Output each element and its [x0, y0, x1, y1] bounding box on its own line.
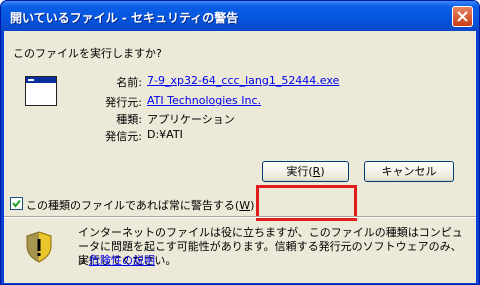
risk-info-row: ▫ 危険性の説明	[78, 252, 155, 268]
close-icon	[457, 11, 468, 22]
dialog-body: このファイルを実行しますか? 名前: 7-9_xp32-64_ccc_lang1…	[4, 31, 476, 283]
type-label: 種類:	[116, 113, 142, 126]
from-value: D:¥ATI	[147, 128, 183, 141]
close-button[interactable]	[452, 6, 473, 27]
run-prompt: このファイルを実行しますか?	[13, 47, 162, 60]
title-bar[interactable]: 開いているファイル - セキュリティの警告	[1, 1, 479, 31]
publisher-link[interactable]: ATI Technologies Inc.	[147, 94, 261, 107]
separator	[4, 216, 476, 218]
warning-shield-icon	[26, 231, 52, 263]
run-button-label: 実行(R)	[286, 165, 325, 178]
run-button[interactable]: 実行(R)	[262, 161, 349, 182]
always-warn-checkbox[interactable]	[10, 197, 23, 210]
cancel-button[interactable]: キャンセル	[364, 161, 454, 182]
checkmark-icon	[12, 199, 21, 208]
security-warning-dialog: 開いているファイル - セキュリティの警告 このファイルを実行しますか? 名前:…	[0, 0, 480, 285]
type-value: アプリケーション	[147, 113, 235, 126]
risk-explanation-link[interactable]: 危険性の説明	[89, 254, 155, 267]
window-title: 開いているファイル - セキュリティの警告	[10, 11, 239, 25]
bullet-icon: ▫	[78, 254, 86, 267]
always-warn-label[interactable]: この種類のファイルであれば常に警告する(W)	[26, 197, 254, 213]
file-name-link[interactable]: 7-9_xp32-64_ccc_lang1_52444.exe	[147, 74, 339, 87]
from-label: 発信元:	[105, 130, 142, 143]
publisher-label: 発行元:	[105, 96, 142, 109]
application-file-icon	[25, 76, 57, 106]
name-label: 名前:	[116, 76, 142, 89]
